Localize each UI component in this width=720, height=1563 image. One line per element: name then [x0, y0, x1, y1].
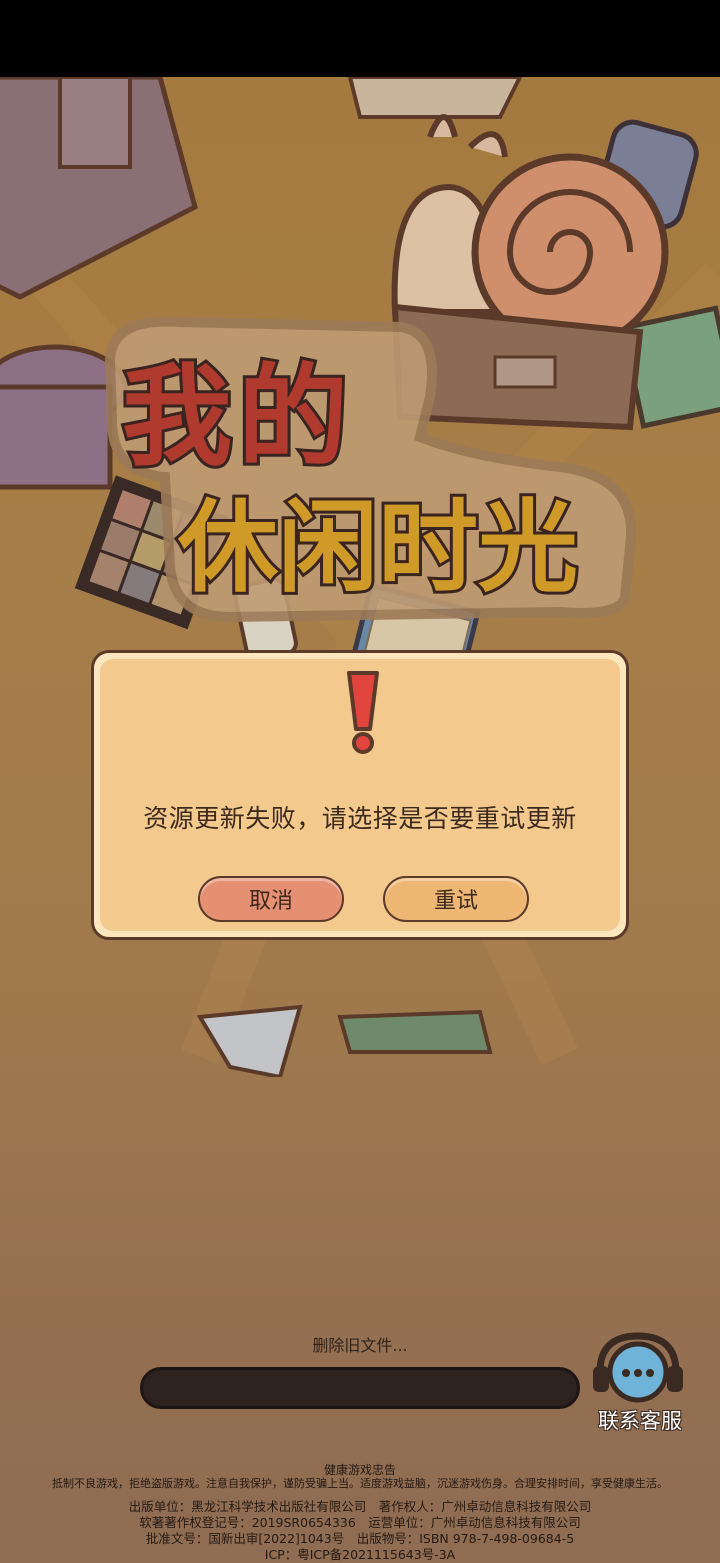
- update-failed-dialog: 资源更新失败，请选择是否要重试更新 取消 重试: [91, 650, 629, 940]
- loading-progress-bar: [140, 1367, 580, 1409]
- dialog-panel: 资源更新失败，请选择是否要重试更新 取消 重试: [100, 659, 620, 931]
- title-line1: 我的: [122, 353, 354, 481]
- exclamation-icon: [347, 671, 379, 754]
- cancel-button[interactable]: 取消: [198, 876, 344, 922]
- status-bar: [0, 0, 720, 77]
- dialog-message: 资源更新失败，请选择是否要重试更新: [143, 804, 577, 833]
- icp-info: ICP：粤ICP备2021115643号-3A: [264, 1547, 456, 1562]
- cancel-button-label: 取消: [248, 889, 293, 914]
- title-line2: 休闲时光: [177, 489, 578, 606]
- contact-support-label[interactable]: 联系客服: [588, 1405, 692, 1435]
- retry-button[interactable]: 重试: [383, 876, 529, 922]
- health-advice-text: 抵制不良游戏，拒绝盗版游戏。注意自我保护，谨防受骗上当。适度游戏益脑，沉迷游戏伤…: [52, 1477, 668, 1490]
- retry-button-label: 重试: [433, 889, 478, 914]
- customer-service-headset-icon[interactable]: [588, 1330, 688, 1406]
- cabinet-decoration: [0, 77, 198, 300]
